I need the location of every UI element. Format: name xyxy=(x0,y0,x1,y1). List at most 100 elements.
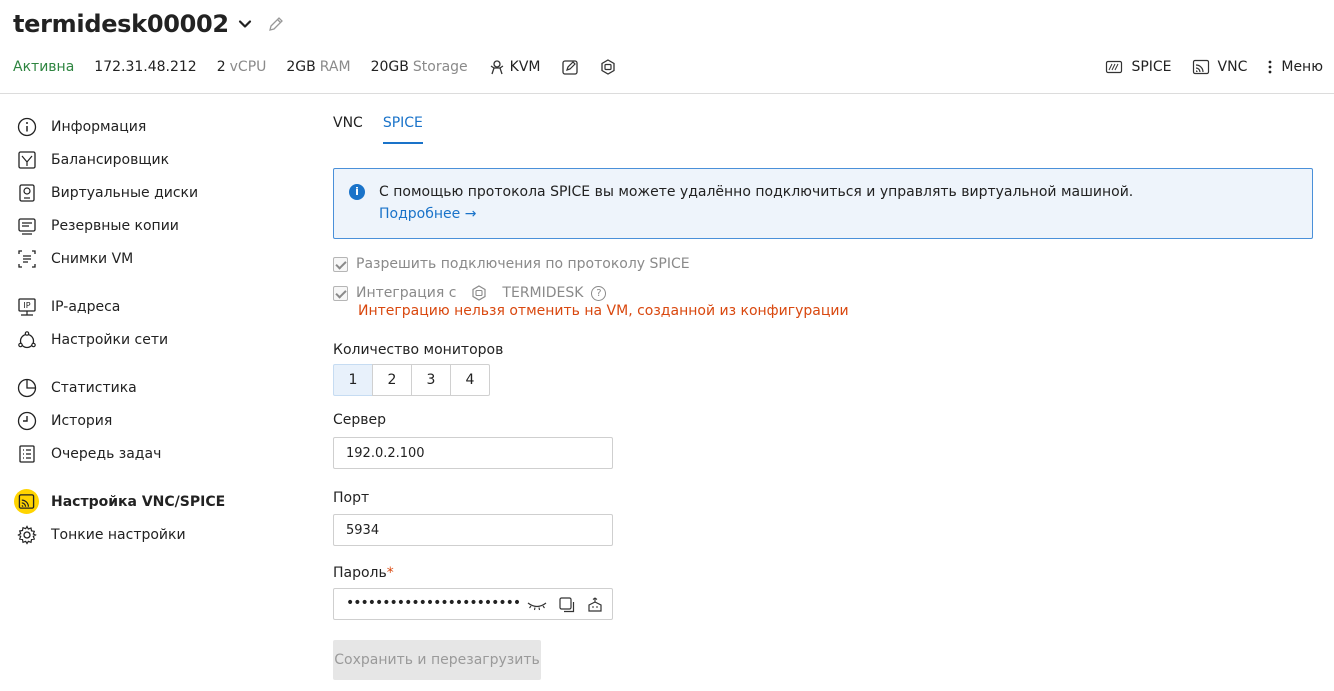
sidebar-item-stats[interactable]: Статистика xyxy=(14,371,294,404)
status-badge: Активна xyxy=(13,59,75,75)
menu-button[interactable]: Меню xyxy=(1267,58,1323,76)
sidebar-item-label: IP-адреса xyxy=(51,298,121,315)
protocol-tabs: VNC SPICE xyxy=(333,104,1313,144)
sidebar: Информация Балансировщик Виртуальные дис… xyxy=(14,110,294,551)
help-icon[interactable]: ? xyxy=(591,285,607,301)
sidebar-item-label: Балансировщик xyxy=(51,151,170,168)
disk-icon xyxy=(14,180,39,205)
sidebar-item-label: Тонкие настройки xyxy=(51,526,186,543)
sidebar-item-history[interactable]: История xyxy=(14,404,294,437)
sidebar-item-label: Резервные копии xyxy=(51,217,179,234)
copy-icon[interactable] xyxy=(558,596,576,614)
ip-icon: IP xyxy=(14,294,39,319)
kvm-icon xyxy=(488,58,506,76)
port-label: Порт xyxy=(333,490,370,506)
chevron-down-icon[interactable] xyxy=(237,16,253,32)
vm-ram: 2GB RAM xyxy=(286,59,350,75)
sidebar-item-label: Статистика xyxy=(51,379,137,396)
backup-icon xyxy=(14,213,39,238)
sidebar-item-network[interactable]: Настройки сети xyxy=(14,323,294,356)
termidesk-icon[interactable] xyxy=(599,58,617,76)
kebab-menu-icon xyxy=(1267,58,1273,76)
vm-vcpu: 2 vCPU xyxy=(217,59,267,75)
sidebar-item-info[interactable]: Информация xyxy=(14,110,294,143)
server-input[interactable] xyxy=(333,437,613,469)
tab-spice[interactable]: SPICE xyxy=(382,104,423,144)
vm-termidesk-link[interactable] xyxy=(599,58,617,76)
vm-ip: 172.31.48.212 xyxy=(94,59,197,75)
tab-vnc[interactable]: VNC xyxy=(333,104,363,144)
integration-row: Интеграция с TERMIDESK ? xyxy=(333,284,607,302)
password-value: •••••••••••••••••••••••• xyxy=(346,595,521,611)
required-mark: * xyxy=(386,565,394,581)
generate-password-icon[interactable] xyxy=(586,596,604,614)
menu-label: Меню xyxy=(1281,59,1323,75)
sidebar-item-fine-settings[interactable]: Тонкие настройки xyxy=(14,518,294,551)
sidebar-item-vnc-spice[interactable]: Настройка VNC/SPICE xyxy=(14,485,294,518)
vnc-connect-button[interactable]: VNC xyxy=(1192,58,1248,76)
network-icon xyxy=(14,327,39,352)
monitors-option-1[interactable]: 1 xyxy=(333,364,373,396)
svg-text:IP: IP xyxy=(23,301,30,310)
history-icon xyxy=(14,408,39,433)
storage-value: 20GB xyxy=(370,59,409,75)
vcpu-value: 2 xyxy=(216,59,226,75)
monitors-option-4[interactable]: 4 xyxy=(450,364,490,396)
sidebar-item-label: История xyxy=(51,412,113,429)
integration-checkbox[interactable] xyxy=(333,285,348,301)
allow-spice-row: Разрешить подключения по протоколу SPICE xyxy=(333,256,690,272)
save-and-reboot-button[interactable]: Сохранить и перезагрузить xyxy=(333,640,541,680)
info-circle-icon xyxy=(14,114,39,139)
vm-meta-row: Активна 172.31.48.212 2 vCPU 2GB RAM 20GB S… xyxy=(13,56,637,78)
queue-icon xyxy=(14,441,39,466)
spice-label: SPICE xyxy=(1131,59,1172,75)
edit-pencil-icon[interactable] xyxy=(267,15,285,33)
integration-warning: Интеграцию нельзя отменить на VM, создан… xyxy=(358,303,849,319)
gear-icon xyxy=(14,522,39,547)
sidebar-item-backups[interactable]: Резервные копии xyxy=(14,209,294,242)
server-label: Сервер xyxy=(333,412,387,428)
info-icon: i xyxy=(349,184,365,200)
storage-unit: Storage xyxy=(412,59,468,75)
info-banner-text: С помощью протокола SPICE вы можете удал… xyxy=(379,184,1134,200)
integration-name: TERMIDESK xyxy=(502,285,584,301)
sidebar-item-balancer[interactable]: Балансировщик xyxy=(14,143,294,176)
top-actions: SPICE VNC Меню xyxy=(1105,56,1323,78)
vm-title-row: termidesk00002 xyxy=(13,8,285,40)
port-input[interactable] xyxy=(333,514,613,546)
vm-name[interactable]: termidesk00002 xyxy=(13,10,229,38)
vnc-icon xyxy=(1192,58,1210,76)
sidebar-item-label: Виртуальные диски xyxy=(51,184,199,201)
vm-hypervisor: KVM xyxy=(488,58,541,76)
sidebar-item-label: Настройка VNC/SPICE xyxy=(51,493,226,510)
password-label-row: Пароль* xyxy=(333,565,394,581)
monitors-option-2[interactable]: 2 xyxy=(372,364,412,396)
vnc-spice-icon xyxy=(14,489,39,514)
monitors-option-3[interactable]: 3 xyxy=(411,364,451,396)
console-edit-icon[interactable] xyxy=(561,58,579,76)
eye-closed-icon[interactable] xyxy=(526,596,548,614)
sidebar-item-snapshots[interactable]: Снимки VM xyxy=(14,242,294,275)
vcpu-unit: vCPU xyxy=(229,59,267,75)
password-field[interactable]: •••••••••••••••••••••••• xyxy=(333,588,613,620)
sidebar-item-queue[interactable]: Очередь задач xyxy=(14,437,294,470)
learn-more-link[interactable]: Подробнее → xyxy=(379,206,476,222)
spice-icon xyxy=(1105,58,1123,76)
snapshot-icon xyxy=(14,246,39,271)
sidebar-item-disks[interactable]: Виртуальные диски xyxy=(14,176,294,209)
sidebar-item-ip[interactable]: IP IP-адреса xyxy=(14,290,294,323)
info-banner: i С помощью протокола SPICE вы можете уд… xyxy=(333,168,1313,239)
balancer-icon xyxy=(14,147,39,172)
password-actions xyxy=(526,596,604,614)
vnc-label: VNC xyxy=(1217,59,1248,75)
vm-console-link[interactable] xyxy=(561,58,579,76)
password-label: Пароль xyxy=(333,565,387,581)
sidebar-item-label: Настройки сети xyxy=(51,331,169,348)
integration-prefix: Интеграция с xyxy=(356,285,457,301)
spice-connect-button[interactable]: SPICE xyxy=(1105,58,1172,76)
allow-spice-checkbox[interactable] xyxy=(333,256,348,272)
sidebar-item-label: Снимки VM xyxy=(51,250,134,267)
